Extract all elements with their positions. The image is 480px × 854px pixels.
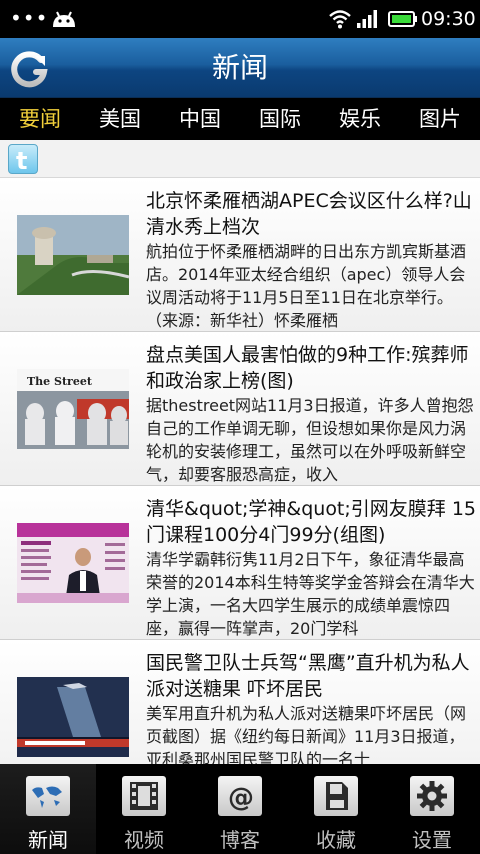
nav-news[interactable]: 新闻 bbox=[0, 764, 96, 854]
article-thumbnail bbox=[17, 523, 129, 603]
gear-icon bbox=[410, 776, 454, 816]
article-summary: 据thestreet网站11月3日报道，许多人曾抱怨自己的工作单调无聊，但设想如… bbox=[146, 396, 474, 484]
category-tabs: 要闻 美国 中国 国际 娱乐 图片 bbox=[0, 98, 480, 140]
article-title: 盘点美国人最害怕做的9种工作:殡葬师和政治家上榜(图) bbox=[146, 344, 469, 392]
wifi-icon bbox=[329, 10, 351, 29]
notification-dots: ••• bbox=[10, 6, 49, 30]
article-thumbnail: The Street bbox=[17, 369, 129, 449]
tab-entertainment[interactable]: 娱乐 bbox=[320, 98, 400, 140]
bottom-navigation: 新闻 视频 @ 博客 收藏 设置 bbox=[0, 764, 480, 854]
article-title: 国民警卫队士兵驾“黑鹰”直升机为私人派对送糖果 吓坏居民 bbox=[146, 652, 470, 700]
list-item[interactable]: 国民警卫队士兵驾“黑鹰”直升机为私人派对送糖果 吓坏居民 美军用直升机为私人派对… bbox=[0, 640, 480, 764]
news-list: 北京怀柔雁栖湖APEC会议区什么样?山清水秀上档次 航拍位于怀柔雁栖湖畔的日出东… bbox=[0, 178, 480, 764]
article-summary: 美军用直升机为私人派对送糖果吓坏居民（网页截图）据《纽约每日新闻》11月3日报道… bbox=[146, 704, 467, 764]
svg-text:t: t bbox=[16, 147, 27, 175]
nav-video[interactable]: 视频 bbox=[96, 764, 192, 854]
article-summary: 清华学霸韩衍隽11月2日下午，象征清华最高荣誉的2014本科生特等奖学金答辩会在… bbox=[146, 550, 475, 638]
article-thumbnail bbox=[17, 215, 129, 295]
signal-icon bbox=[357, 10, 377, 28]
world-map-icon bbox=[26, 776, 70, 816]
thumbnail-caption: The Street bbox=[27, 375, 93, 388]
tab-china[interactable]: 中国 bbox=[160, 98, 240, 140]
clock: 09:30 bbox=[421, 8, 476, 30]
nav-label: 收藏 bbox=[316, 828, 356, 852]
nav-blog[interactable]: @ 博客 bbox=[192, 764, 288, 854]
article-summary: 航拍位于怀柔雁栖湖畔的日出东方凯宾斯基酒店。2014年亚太经合组织（apec）领… bbox=[146, 242, 467, 330]
tab-pictures[interactable]: 图片 bbox=[400, 98, 480, 140]
nav-favorites[interactable]: 收藏 bbox=[288, 764, 384, 854]
nav-label: 新闻 bbox=[28, 828, 68, 852]
list-item[interactable]: The Street 盘点美国人最害怕做的9种工作:殡葬师和政治家上榜(图) 据… bbox=[0, 332, 480, 486]
tab-international[interactable]: 国际 bbox=[240, 98, 320, 140]
nav-label: 视频 bbox=[124, 828, 164, 852]
title-bar: 新闻 bbox=[0, 38, 480, 98]
article-title: 清华&quot;学神&quot;引网友膜拜 15门课程100分4门99分(组图) bbox=[146, 498, 477, 546]
list-item[interactable]: 清华&quot;学神&quot;引网友膜拜 15门课程100分4门99分(组图)… bbox=[0, 486, 480, 640]
nav-label: 设置 bbox=[412, 828, 452, 852]
battery-icon bbox=[388, 11, 417, 27]
article-title: 北京怀柔雁栖湖APEC会议区什么样?山清水秀上档次 bbox=[146, 190, 472, 238]
android-icon bbox=[53, 11, 75, 27]
at-sign-icon: @ bbox=[218, 776, 262, 816]
film-icon bbox=[122, 776, 166, 816]
tab-usa[interactable]: 美国 bbox=[80, 98, 160, 140]
svg-text:@: @ bbox=[228, 783, 254, 813]
twitter-icon[interactable]: t bbox=[8, 144, 38, 175]
nav-label: 博客 bbox=[220, 828, 260, 852]
list-item[interactable]: 北京怀柔雁栖湖APEC会议区什么样?山清水秀上档次 航拍位于怀柔雁栖湖畔的日出东… bbox=[0, 178, 480, 332]
share-bar: t bbox=[0, 140, 480, 178]
status-bar: ••• 09:30 bbox=[0, 0, 480, 38]
nav-settings[interactable]: 设置 bbox=[384, 764, 480, 854]
page-title: 新闻 bbox=[211, 51, 268, 84]
article-thumbnail bbox=[17, 677, 129, 757]
tab-headlines[interactable]: 要闻 bbox=[0, 98, 80, 140]
save-icon bbox=[314, 776, 358, 816]
